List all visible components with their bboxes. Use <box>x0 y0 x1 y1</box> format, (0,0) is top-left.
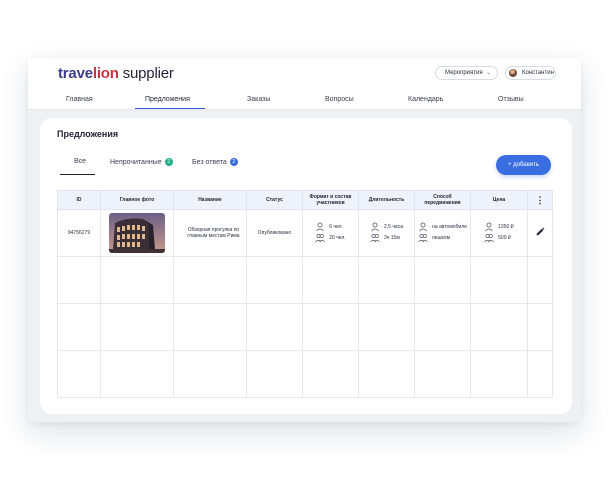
logo[interactable]: travelion supplier <box>58 65 174 82</box>
active-filter-indicator <box>60 174 95 175</box>
participants-max: 20 чел. <box>329 234 346 241</box>
cell-participants: 6 чел. 20 чел. <box>302 209 359 257</box>
filter-unread-label: Непрочитанные <box>110 159 162 166</box>
cell-edit <box>527 209 553 257</box>
tab-home[interactable]: Главная <box>66 96 93 103</box>
cell-duration: 2,5 часа 3ч 15м <box>358 209 415 257</box>
col-header-status: Статус <box>246 190 303 210</box>
top-bar: travelion supplier Мероприятия ⌄ Констан… <box>28 58 581 110</box>
tab-questions[interactable]: Вопросы <box>325 96 354 103</box>
app-window: travelion supplier Мероприятия ⌄ Констан… <box>28 58 581 422</box>
group-icon <box>484 233 494 242</box>
duration-long: 3ч 15м <box>383 234 400 241</box>
colosseum-photo[interactable] <box>109 213 165 253</box>
tab-offers[interactable]: Предложения <box>145 96 190 103</box>
table-row-empty <box>57 303 553 351</box>
more-options-icon[interactable]: ⋮ <box>527 190 553 210</box>
tab-reviews[interactable]: Отзывы <box>498 96 524 103</box>
unanswered-count-badge: 2 <box>229 158 238 166</box>
transport-car: на автомобиле <box>432 223 467 230</box>
cell-photo <box>100 209 174 257</box>
user-menu[interactable]: Константин <box>505 66 556 80</box>
cell-price: 1350 ₽ 500 ₽ <box>470 209 528 257</box>
user-name: Константин <box>522 70 554 76</box>
tab-orders[interactable]: Заказы <box>247 96 270 103</box>
pencil-icon[interactable] <box>535 227 545 237</box>
participants-min: 6 чел. <box>329 223 343 230</box>
page: travelion supplier Мероприятия ⌄ Констан… <box>0 0 609 494</box>
chevron-down-icon: ⌄ <box>485 70 491 76</box>
cell-transport: на автомобиле пешком <box>414 209 471 257</box>
cell-name: Обзорная прогулка по главным местам Рима <box>173 209 247 257</box>
tab-calendar[interactable]: Календарь <box>408 96 443 103</box>
table-row-empty <box>57 350 553 398</box>
col-header-participants: Формат и состав участников <box>302 190 359 210</box>
col-header-photo: Главное фото <box>100 190 174 210</box>
person-icon <box>485 222 493 232</box>
active-tab-indicator <box>135 108 205 109</box>
group-icon <box>370 233 380 242</box>
col-header-price: Цена <box>470 190 528 210</box>
offers-card: Предложения Все Непрочитанные 2 Без ответ… <box>40 118 572 414</box>
offers-table: ID Главное фото Название Статус Формат и… <box>57 190 553 398</box>
filter-all[interactable]: Все <box>74 158 86 165</box>
transport-walk: пешком <box>432 234 451 241</box>
logo-supplier: supplier <box>122 65 174 82</box>
person-icon <box>316 222 325 232</box>
events-dropdown-label: Мероприятия <box>445 70 483 76</box>
filter-unanswered[interactable]: Без ответа 2 <box>192 158 238 166</box>
price-group: 500 ₽ <box>498 234 512 241</box>
price-individual: 1350 ₽ <box>498 223 514 230</box>
add-offer-button[interactable]: + добавить <box>496 155 551 175</box>
events-dropdown[interactable]: Мероприятия ⌄ <box>435 66 498 80</box>
col-header-duration: Длительность <box>358 190 415 210</box>
table-row-empty <box>57 256 553 304</box>
cell-status: Опубликовано <box>246 209 303 257</box>
logo-brand-accent: lion <box>92 65 119 82</box>
cell-id: 94756279 <box>57 209 101 257</box>
table-row[interactable]: 94756279 Обзорная прогулка по главным ме… <box>57 209 553 257</box>
avatar <box>509 69 517 77</box>
duration-short: 2,5 часа <box>383 223 403 230</box>
person-icon <box>419 222 427 232</box>
person-icon <box>371 222 379 232</box>
filter-unanswered-label: Без ответа <box>192 159 227 166</box>
filter-all-label: Все <box>74 158 87 165</box>
table-header-row: ID Главное фото Название Статус Формат и… <box>57 190 553 210</box>
filter-unread[interactable]: Непрочитанные 2 <box>110 158 173 166</box>
col-header-transport: Способ передвижения <box>414 190 471 210</box>
col-header-id: ID <box>57 190 101 210</box>
group-icon <box>315 233 326 242</box>
group-icon <box>418 233 428 242</box>
col-header-name: Название <box>173 190 247 210</box>
logo-brand: trave <box>58 65 93 82</box>
page-title: Предложения <box>57 129 119 139</box>
main-nav: Главная Предложения Заказы Вопросы Кален… <box>28 94 581 110</box>
unread-count-badge: 2 <box>164 158 173 166</box>
